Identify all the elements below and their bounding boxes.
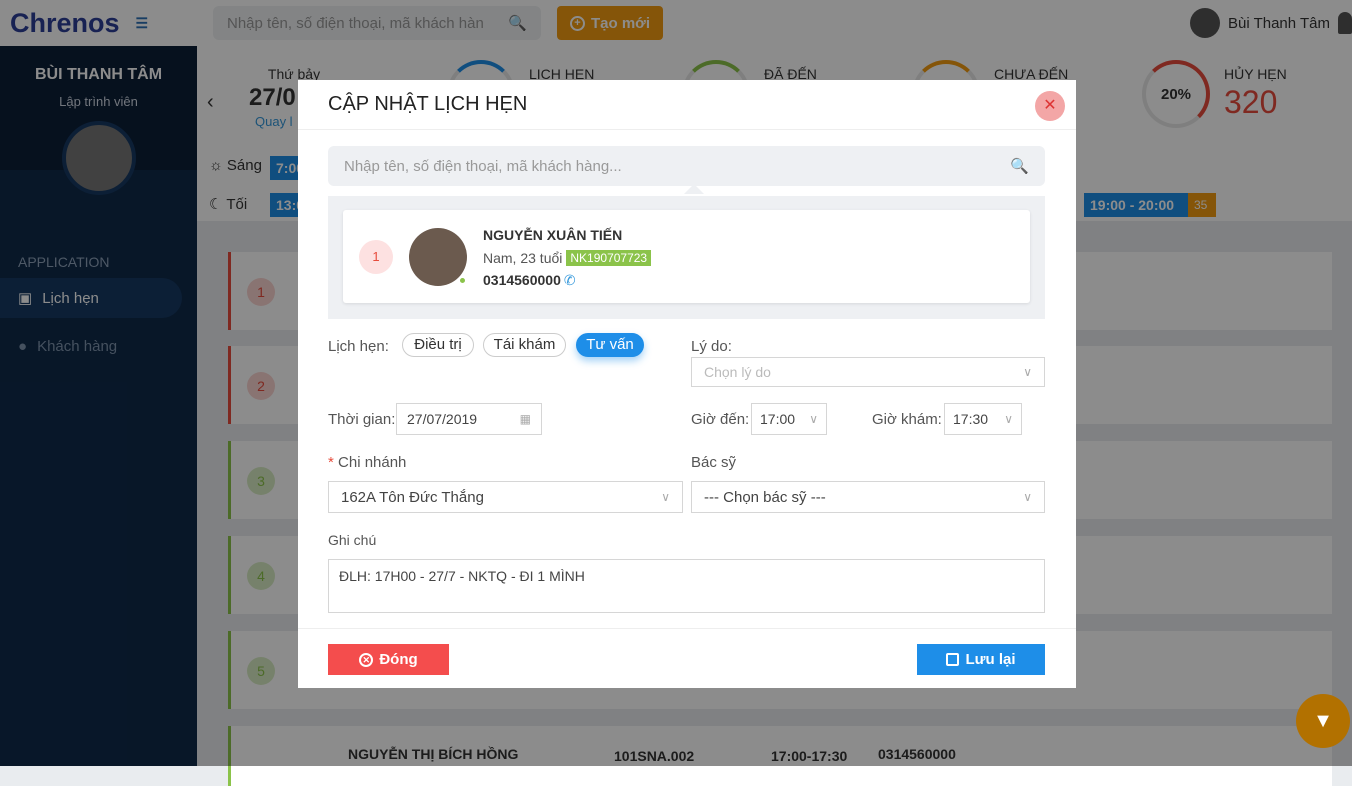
dropdown-pointer [684,184,704,194]
close-circle-icon: ✕ [359,652,374,667]
branch-select[interactable]: 162A Tôn Đức Thắng ∨ [328,481,683,513]
customer-panel: 1 NGUYỄN XUÂN TIẾN Nam, 23 tuổi NK1907077… [328,196,1045,319]
chevron-down-icon: ∨ [809,412,818,426]
note-label: Ghi chú [328,532,377,548]
modal-footer: ✕ Đóng Lưu lại [298,628,1076,688]
type-treatment-button[interactable]: Điều trị [402,333,474,357]
reason-select[interactable]: Chọn lý do ∨ [691,357,1045,387]
customer-name: NGUYỄN XUÂN TIẾN [483,227,623,243]
branch-label-text: Chi nhánh [338,454,407,471]
note-value: ĐLH: 17H00 - 27/7 - NKTQ - ĐI 1 MÌNH [339,568,585,584]
online-status-dot [458,276,467,285]
close-button-label: Đóng [379,651,418,668]
exam-time-label: Giờ khám: [872,411,942,428]
customer-gender-age: Nam, 23 tuổi [483,250,563,266]
chevron-down-icon: ∨ [1023,365,1032,379]
update-appointment-modal: CẬP NHẬT LỊCH HẸN ✕ Nhập tên, số điện th… [298,80,1076,688]
exam-time-value: 17:30 [953,411,989,427]
customer-phone-number: 0314560000 [483,272,561,288]
doctor-select[interactable]: --- Chọn bác sỹ --- ∨ [691,481,1045,513]
exam-time-select[interactable]: 17:30 ∨ [944,403,1022,435]
date-field[interactable]: 27/07/2019 ▦ [396,403,542,435]
date-value: 27/07/2019 [407,411,478,427]
customer-info: Nam, 23 tuổi NK190707723 [483,250,652,266]
reason-placeholder: Chọn lý do [704,364,771,380]
customer-phone: 0314560000 ✆ [483,272,576,289]
arrive-time-value: 17:00 [760,411,796,427]
close-icon[interactable]: ✕ [1035,91,1065,121]
type-recheck-button[interactable]: Tái khám [483,333,566,357]
required-marker: * [328,454,339,471]
type-consult-button[interactable]: Tư vấn [576,333,644,357]
note-textarea[interactable]: ĐLH: 17H00 - 27/7 - NKTQ - ĐI 1 MÌNH [328,559,1045,613]
search-icon[interactable]: 🔍 [1010,157,1029,175]
save-button[interactable]: Lưu lại [917,644,1045,675]
doctor-label: Bác sỹ [691,454,737,471]
save-button-label: Lưu lại [965,651,1016,668]
phone-icon[interactable]: ✆ [564,272,576,288]
branch-label: * Chi nhánh [328,454,406,471]
branch-value: 162A Tôn Đức Thắng [341,488,484,506]
customer-code-badge: NK190707723 [566,250,652,266]
calendar-icon[interactable]: ▦ [520,412,531,426]
time-label: Thời gian: [328,411,396,428]
chevron-down-icon: ∨ [1023,490,1032,504]
chevron-down-icon: ∨ [661,490,670,504]
filter-button[interactable]: ▼ [1296,694,1350,748]
reason-label: Lý do: [691,338,732,355]
modal-title: CẬP NHẬT LỊCH HẸN [298,80,1076,130]
arrive-time-select[interactable]: 17:00 ∨ [751,403,827,435]
customer-index: 1 [359,240,393,274]
close-button[interactable]: ✕ Đóng [328,644,449,675]
save-icon [946,653,960,666]
filter-icon: ▼ [1313,709,1333,732]
arrive-time-label: Giờ đến: [691,411,750,428]
customer-search-placeholder: Nhập tên, số điện thoại, mã khách hàng..… [344,157,622,175]
customer-search-input[interactable]: Nhập tên, số điện thoại, mã khách hàng..… [328,146,1045,194]
customer-card[interactable]: 1 NGUYỄN XUÂN TIẾN Nam, 23 tuổi NK1907077… [343,210,1030,303]
chevron-down-icon: ∨ [1004,412,1013,426]
doctor-value: --- Chọn bác sỹ --- [704,488,826,506]
appointment-type-label: Lịch hẹn: [328,338,389,355]
